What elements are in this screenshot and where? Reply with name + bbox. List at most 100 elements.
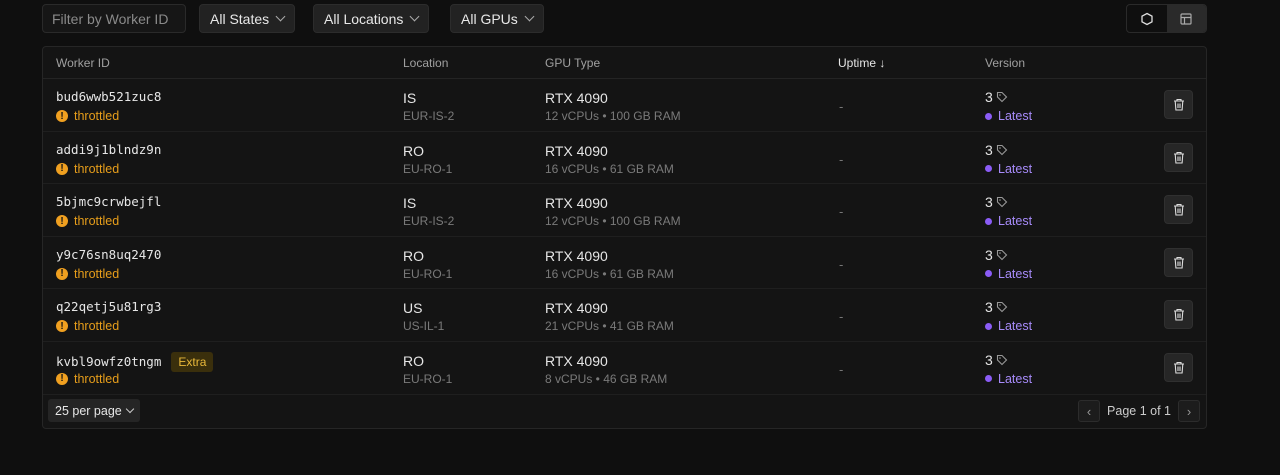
- warning-icon: !: [56, 110, 68, 122]
- status-dot: [985, 217, 992, 225]
- worker-id: bud6wwb521zuc8: [56, 89, 161, 104]
- status-text: throttled: [74, 161, 120, 176]
- tag-icon: [996, 302, 1008, 313]
- prev-page-button[interactable]: ‹: [1078, 400, 1101, 422]
- chevron-down-icon: [409, 11, 420, 22]
- gpu-type: RTX 4090: [545, 195, 608, 212]
- table-row[interactable]: bud6wwb521zuc8 ! throttled IS EUR-IS-2 RT…: [43, 79, 1206, 132]
- status: ! throttled: [56, 372, 119, 386]
- worker-id-text: 5bjmc9crwbejfl: [56, 194, 162, 210]
- gpu-specs: 12 vCPUs • 100 GB RAM: [545, 214, 681, 229]
- latest-tag: Latest: [985, 372, 1032, 386]
- status-text: throttled: [74, 214, 120, 229]
- latest-tag: Latest: [985, 162, 1032, 176]
- worker-id-text: bud6wwb521zuc8: [56, 89, 162, 104]
- version-number: 3: [985, 141, 993, 158]
- worker-id-text: addi9j1blndz9n: [56, 141, 162, 157]
- trash-icon: [1173, 98, 1184, 111]
- uptime: -: [839, 361, 844, 377]
- version-number: 3: [985, 194, 993, 211]
- version-number: 3: [985, 299, 993, 316]
- delete-worker-button[interactable]: [1164, 247, 1193, 277]
- status: ! throttled: [56, 319, 119, 333]
- trash-icon: [1173, 204, 1184, 216]
- pagination: ‹ Page 1 of 1 ›: [1078, 400, 1200, 422]
- latest-tag: Latest: [985, 319, 1032, 333]
- version: 3: [985, 89, 1008, 105]
- worker-id: y9c76sn8uq2470: [56, 247, 161, 262]
- trash-icon: [1173, 361, 1184, 374]
- extra-badge: Extra: [171, 351, 214, 372]
- location-code: RO: [403, 247, 424, 264]
- tag-icon: [996, 91, 1008, 103]
- table-row[interactable]: kvbl9owfz0tngm Extra ! throttled RO EU-RO-…: [43, 342, 1206, 395]
- graph-view-button[interactable]: [1127, 5, 1167, 32]
- version-number: 3: [985, 89, 993, 105]
- status: ! throttled: [56, 109, 119, 123]
- warning-icon: !: [56, 215, 68, 228]
- col-uptime[interactable]: Uptime ↓: [838, 56, 885, 70]
- uptime: -: [839, 204, 844, 220]
- col-location[interactable]: Location: [403, 56, 448, 70]
- gpu-specs: 16 vCPUs • 61 GB RAM: [545, 266, 674, 281]
- delete-worker-button[interactable]: [1164, 352, 1193, 382]
- warning-icon: !: [56, 372, 68, 385]
- status-text: throttled: [74, 266, 120, 281]
- status-text: throttled: [74, 109, 120, 123]
- table-row[interactable]: y9c76sn8uq2470 ! throttled RO EU-RO-1 RTX…: [43, 237, 1206, 290]
- tag-icon: [996, 249, 1008, 261]
- worker-id: addi9j1blndz9n: [56, 142, 161, 157]
- worker-id-text: q22qetj5u81rg3: [56, 299, 162, 315]
- region: EUR-IS-2: [403, 109, 455, 123]
- col-worker-id[interactable]: Worker ID: [56, 56, 110, 70]
- states-dropdown[interactable]: All States: [199, 4, 296, 33]
- uptime: -: [839, 309, 844, 325]
- delete-worker-button[interactable]: [1164, 90, 1193, 119]
- trash-icon: [1173, 256, 1184, 269]
- version-number: 3: [985, 351, 993, 368]
- sort-desc-icon: ↓: [879, 56, 886, 70]
- status-dot: [985, 270, 992, 278]
- region: EU-RO-1: [403, 266, 453, 281]
- status: ! throttled: [56, 214, 119, 228]
- table-row[interactable]: addi9j1blndz9n ! throttled RO EU-RO-1 RTX…: [43, 132, 1206, 185]
- hexagon-icon: [1141, 12, 1153, 25]
- gpu-specs: 16 vCPUs • 61 GB RAM: [545, 161, 674, 176]
- worker-id: kvbl9owfz0tngm Extra: [56, 351, 214, 372]
- gpu-specs: 21 vCPUs • 41 GB RAM: [545, 319, 674, 334]
- trash-icon: [1173, 151, 1184, 164]
- uptime: -: [839, 256, 844, 272]
- col-gpu-type[interactable]: GPU Type: [545, 56, 600, 70]
- per-page-select[interactable]: 25 per page: [48, 399, 140, 422]
- table-row[interactable]: q22qetj5u81rg3 ! throttled US US-IL-1 RTX…: [43, 289, 1206, 342]
- worker-id-text: y9c76sn8uq2470: [56, 246, 162, 262]
- gpu-specs: 12 vCPUs • 100 GB RAM: [545, 109, 681, 123]
- workers-table: Worker ID Location GPU Type Uptime ↓ Ver…: [42, 46, 1207, 429]
- col-version[interactable]: Version: [985, 56, 1025, 70]
- delete-worker-button[interactable]: [1164, 195, 1193, 225]
- delete-worker-button[interactable]: [1164, 142, 1193, 172]
- latest-label: Latest: [998, 371, 1033, 386]
- location-code: RO: [403, 352, 424, 369]
- locations-dropdown[interactable]: All Locations: [313, 4, 430, 33]
- worker-id-filter-input[interactable]: [42, 4, 186, 33]
- delete-worker-button[interactable]: [1164, 300, 1193, 330]
- status: ! throttled: [56, 267, 119, 281]
- tag-icon: [996, 144, 1008, 155]
- status-dot: [985, 375, 992, 383]
- worker-id: q22qetj5u81rg3: [56, 299, 161, 314]
- region: US-IL-1: [403, 319, 445, 334]
- version: 3: [985, 142, 1008, 158]
- gpus-dropdown[interactable]: All GPUs: [450, 4, 544, 33]
- gpus-label: All GPUs: [461, 10, 518, 27]
- tag-icon: [996, 197, 1008, 208]
- status-dot: [985, 322, 992, 330]
- tag-icon: [996, 354, 1008, 366]
- region: EUR-IS-2: [403, 214, 455, 229]
- table-view-button[interactable]: [1166, 5, 1206, 32]
- status-text: throttled: [74, 371, 120, 386]
- worker-id-text: kvbl9owfz0tngm: [56, 354, 162, 370]
- next-page-button[interactable]: ›: [1178, 400, 1200, 422]
- warning-icon: !: [56, 267, 68, 280]
- table-row[interactable]: 5bjmc9crwbejfl ! throttled IS EUR-IS-2 RT…: [43, 184, 1206, 237]
